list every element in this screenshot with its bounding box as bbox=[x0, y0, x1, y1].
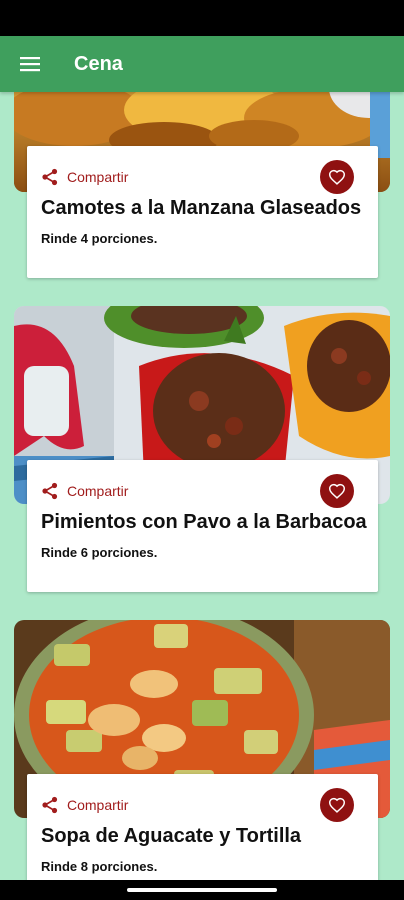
recipe-servings: Rinde 4 porciones. bbox=[41, 231, 158, 246]
home-gesture-bar[interactable] bbox=[127, 888, 277, 892]
heart-icon bbox=[328, 797, 346, 813]
heart-icon bbox=[328, 169, 346, 185]
share-icon bbox=[42, 168, 58, 186]
share-button[interactable]: Compartir bbox=[41, 168, 128, 186]
favorite-button[interactable] bbox=[320, 474, 354, 508]
recipe-card[interactable]: Compartir Camotes a la Manzana Glaseados… bbox=[27, 146, 378, 278]
favorite-button[interactable] bbox=[320, 160, 354, 194]
recipe-servings: Rinde 6 porciones. bbox=[41, 545, 158, 560]
share-label: Compartir bbox=[67, 797, 129, 813]
status-bar bbox=[0, 0, 404, 36]
share-button[interactable]: Compartir bbox=[41, 796, 128, 814]
recipe-card[interactable]: Compartir Sopa de Aguacate y Tortilla Ri… bbox=[27, 774, 378, 880]
share-label: Compartir bbox=[67, 483, 129, 499]
recipe-title: Pimientos con Pavo a la Barbacoa bbox=[41, 511, 367, 533]
share-button[interactable]: Compartir bbox=[41, 482, 128, 500]
hamburger-menu-icon bbox=[20, 57, 40, 72]
favorite-button[interactable] bbox=[320, 788, 354, 822]
recipe-list[interactable]: Compartir Camotes a la Manzana Glaseados… bbox=[0, 92, 404, 880]
recipe-title: Camotes a la Manzana Glaseados bbox=[41, 197, 362, 219]
share-icon bbox=[42, 796, 58, 814]
page-title: Cena bbox=[74, 52, 123, 75]
share-icon bbox=[42, 482, 58, 500]
menu-button[interactable] bbox=[0, 36, 60, 92]
recipe-card[interactable]: Compartir Pimientos con Pavo a la Barbac… bbox=[27, 460, 378, 592]
heart-icon bbox=[328, 483, 346, 499]
recipe-title: Sopa de Aguacate y Tortilla bbox=[41, 825, 302, 847]
app-bar: Cena bbox=[0, 36, 404, 92]
recipe-servings: Rinde 8 porciones. bbox=[41, 859, 158, 874]
share-label: Compartir bbox=[67, 169, 129, 185]
